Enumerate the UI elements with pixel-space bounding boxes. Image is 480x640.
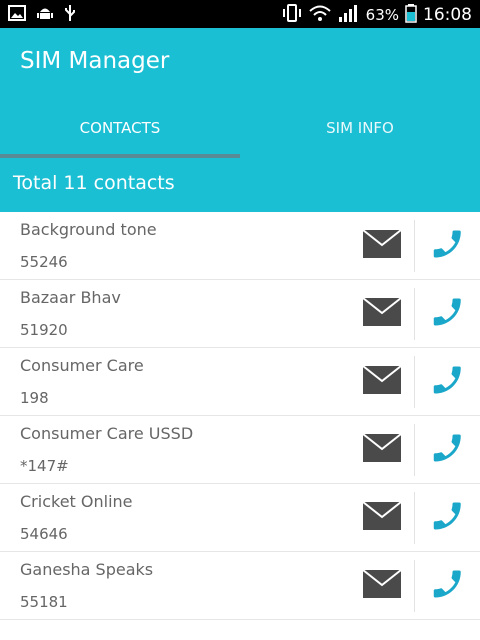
call-button[interactable] (426, 226, 470, 266)
tab-bar: CONTACTS SIM INFO (0, 98, 480, 158)
envelope-icon (362, 501, 402, 535)
phone-icon (430, 566, 466, 606)
call-button[interactable] (426, 430, 470, 470)
list-item[interactable]: Bazaar Bhav 51920 (0, 280, 480, 348)
tab-sim-info-label: SIM INFO (326, 119, 394, 137)
contact-number: 51920 (20, 321, 68, 339)
clock: 16:08 (423, 5, 472, 25)
contacts-count: Total 11 contacts (13, 172, 175, 194)
battery-percentage: 63% (365, 6, 399, 24)
envelope-icon (362, 569, 402, 603)
android-debug-icon (36, 4, 54, 26)
send-message-button[interactable] (360, 500, 404, 536)
list-item[interactable]: Consumer Care 198 (0, 348, 480, 416)
send-message-button[interactable] (360, 228, 404, 264)
phone-icon (430, 226, 466, 266)
row-divider (414, 560, 415, 612)
contact-number: 198 (20, 389, 49, 407)
list-item[interactable]: Consumer Care USSD *147# (0, 416, 480, 484)
status-left-icons (8, 4, 76, 26)
tab-sim-info[interactable]: SIM INFO (240, 98, 480, 158)
send-message-button[interactable] (360, 364, 404, 400)
tab-contacts-label: CONTACTS (79, 119, 161, 137)
row-divider (414, 492, 415, 544)
contact-name: Consumer Care (20, 356, 144, 375)
envelope-icon (362, 433, 402, 467)
row-divider (414, 424, 415, 476)
contact-number: *147# (20, 457, 69, 475)
call-button[interactable] (426, 362, 470, 402)
list-item[interactable]: Cricket Online 54646 (0, 484, 480, 552)
contact-list: Background tone 55246 Bazaar Bhav 51920 (0, 212, 480, 620)
phone-icon (430, 362, 466, 402)
contact-name: Bazaar Bhav (20, 288, 121, 307)
contact-number: 54646 (20, 525, 68, 543)
signal-icon (338, 3, 360, 27)
status-right-icons: 63% 16:08 (282, 3, 472, 27)
wifi-icon (308, 3, 332, 27)
list-item[interactable]: Background tone 55246 (0, 212, 480, 280)
phone-icon (430, 294, 466, 334)
contact-name: Background tone (20, 220, 157, 239)
call-button[interactable] (426, 566, 470, 606)
row-divider (414, 356, 415, 408)
envelope-icon (362, 229, 402, 263)
app-bar: SIM Manager (0, 28, 480, 98)
usb-icon (64, 4, 76, 26)
battery-icon (405, 3, 417, 27)
call-button[interactable] (426, 498, 470, 538)
contact-name: Consumer Care USSD (20, 424, 194, 443)
contact-number: 55246 (20, 253, 68, 271)
status-bar: 63% 16:08 (0, 0, 480, 28)
phone-icon (430, 430, 466, 470)
contacts-summary: Total 11 contacts (0, 158, 480, 212)
contact-name: Cricket Online (20, 492, 133, 511)
envelope-icon (362, 365, 402, 399)
app-title: SIM Manager (20, 48, 170, 74)
phone-icon (430, 498, 466, 538)
tab-contacts[interactable]: CONTACTS (0, 98, 240, 158)
gallery-icon (8, 5, 26, 25)
contact-number: 55181 (20, 593, 68, 611)
list-item[interactable]: Ganesha Speaks 55181 (0, 552, 480, 620)
send-message-button[interactable] (360, 568, 404, 604)
row-divider (414, 288, 415, 340)
vibrate-icon (282, 3, 302, 27)
envelope-icon (362, 297, 402, 331)
contact-name: Ganesha Speaks (20, 560, 154, 579)
row-divider (414, 220, 415, 272)
send-message-button[interactable] (360, 296, 404, 332)
call-button[interactable] (426, 294, 470, 334)
send-message-button[interactable] (360, 432, 404, 468)
